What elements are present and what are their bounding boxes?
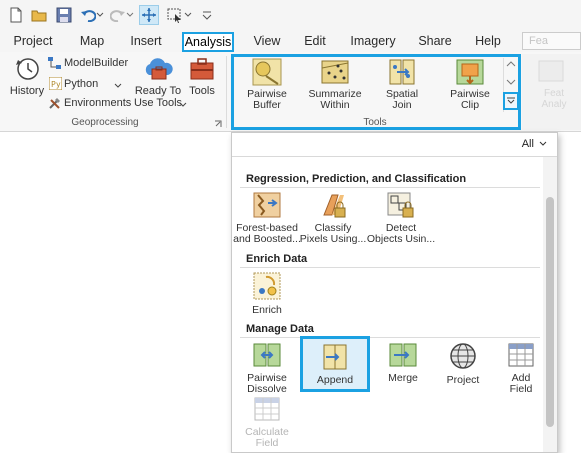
forest-based-icon <box>253 192 281 218</box>
undo-dropdown-icon[interactable] <box>95 5 105 25</box>
tab-imagery[interactable]: Imagery <box>347 32 399 52</box>
tools-gallery-panel: All Regression, Prediction, and Classifi… <box>231 132 558 453</box>
tab-project[interactable]: Project <box>8 32 58 52</box>
ready-to-use-label-1: Ready To <box>134 85 182 97</box>
add-field-icon <box>508 343 534 367</box>
merge-icon <box>389 343 417 367</box>
tab-map[interactable]: Map <box>74 32 110 52</box>
cloud-toolbox-icon <box>145 58 173 80</box>
history-button[interactable]: History <box>8 55 46 100</box>
section-divider <box>240 267 540 268</box>
gallery-item-pairwise-dissolve[interactable]: Pairwise Dissolve <box>232 341 302 395</box>
section-divider <box>240 337 540 338</box>
gallery-expand-button[interactable] <box>503 92 519 110</box>
gallery-item-forest-based[interactable]: Forest-based and Boosted... <box>232 191 302 245</box>
tools-button[interactable]: Tools <box>186 55 218 100</box>
select-dropdown-icon[interactable] <box>183 5 193 25</box>
history-label: History <box>9 85 45 97</box>
gallery-scroll-up-icon[interactable] <box>506 60 516 68</box>
gallery-item-calculate-field[interactable]: Calculate Field <box>232 395 302 449</box>
enrich-icon <box>253 272 281 300</box>
section-divider <box>240 187 540 188</box>
gallery-summarize-within[interactable]: Summarize Within <box>308 58 362 111</box>
explore-navigate-icon[interactable] <box>139 5 159 25</box>
tab-analysis[interactable]: Analysis <box>182 32 234 52</box>
python-button[interactable]: Py Python <box>48 77 128 93</box>
open-folder-icon[interactable] <box>29 5 49 25</box>
spatial-join-icon <box>389 59 415 85</box>
ready-to-use-dropdown-icon <box>179 102 187 107</box>
feature-analysis-icon <box>538 60 564 82</box>
quick-access-toolbar <box>0 0 581 30</box>
tab-share[interactable]: Share <box>416 32 454 52</box>
tools-label: Tools <box>189 85 215 97</box>
python-dropdown-icon <box>114 83 122 88</box>
redo-dropdown-icon[interactable] <box>125 5 135 25</box>
group-divider <box>226 56 227 128</box>
gallery-scroll-down-icon[interactable] <box>506 78 516 86</box>
environments-icon <box>49 98 60 109</box>
gallery-spatial-join[interactable]: Spatial Join <box>378 58 426 111</box>
python-label: Python <box>64 78 99 90</box>
tab-view[interactable]: View <box>250 32 284 52</box>
gallery-item-enrich[interactable]: Enrich <box>232 271 302 316</box>
tab-insert[interactable]: Insert <box>125 32 167 52</box>
feature-search-box: Fea <box>522 32 581 50</box>
python-icon: Py <box>49 77 62 90</box>
calculate-field-icon <box>254 397 280 421</box>
ribbon-tab-bar: Project Map Insert Analysis View Edit Im… <box>0 30 581 52</box>
section-title-regression: Regression, Prediction, and Classificati… <box>246 173 467 185</box>
summarize-within-icon <box>321 60 349 84</box>
expand-gallery-icon <box>507 97 515 104</box>
append-icon <box>323 344 347 370</box>
filter-dropdown-icon <box>539 141 547 146</box>
gallery-item-classify-pixels[interactable]: Classify Pixels Using... <box>298 191 368 245</box>
save-icon[interactable] <box>54 5 74 25</box>
ready-to-use-label-2: Use Tools <box>133 97 183 109</box>
gallery-pairwise-buffer[interactable]: Pairwise Buffer <box>244 58 290 111</box>
gallery-item-detect-objects[interactable]: Detect Objects Usin... <box>366 191 436 245</box>
dialog-launcher-icon[interactable] <box>214 120 222 128</box>
geoprocessing-group-label: Geoprocessing <box>71 117 139 128</box>
tools-group-label: Tools <box>363 117 387 128</box>
panel-scrollbar[interactable] <box>543 157 557 452</box>
gallery-pairwise-clip[interactable]: Pairwise Clip <box>446 58 494 111</box>
tab-edit[interactable]: Edit <box>299 32 331 52</box>
gallery-item-append[interactable]: Append <box>300 336 370 392</box>
panel-scrollbar-thumb[interactable] <box>546 197 554 427</box>
pairwise-buffer-icon <box>252 58 282 86</box>
globe-icon <box>450 343 476 369</box>
filter-dropdown[interactable]: All <box>522 138 547 150</box>
panel-filter-bar: All <box>232 133 557 157</box>
environments-button[interactable]: Environments <box>48 97 132 111</box>
pairwise-clip-icon <box>456 59 484 85</box>
detect-objects-icon <box>387 192 414 218</box>
feature-analysis-faded: Feat Analy <box>522 54 581 130</box>
classify-pixels-icon <box>323 194 346 218</box>
tab-help[interactable]: Help <box>472 32 504 52</box>
environments-label: Environments <box>64 97 132 109</box>
new-project-icon[interactable] <box>6 5 26 25</box>
svg-text:Py: Py <box>51 80 61 89</box>
ready-to-use-tools-button[interactable]: Ready To Use Tools <box>132 55 187 111</box>
modelbuilder-icon <box>48 57 61 69</box>
section-title-manage-data: Manage Data <box>246 323 314 335</box>
history-icon <box>16 58 39 80</box>
toolbox-icon <box>190 58 214 80</box>
customize-toolbar-icon[interactable] <box>197 5 217 25</box>
section-title-enrich-data: Enrich Data <box>246 253 308 265</box>
modelbuilder-button[interactable]: ModelBuilder <box>48 57 132 71</box>
select-tool-icon[interactable] <box>165 5 185 25</box>
modelbuilder-label: ModelBuilder <box>64 57 129 69</box>
pairwise-dissolve-icon <box>253 343 281 367</box>
